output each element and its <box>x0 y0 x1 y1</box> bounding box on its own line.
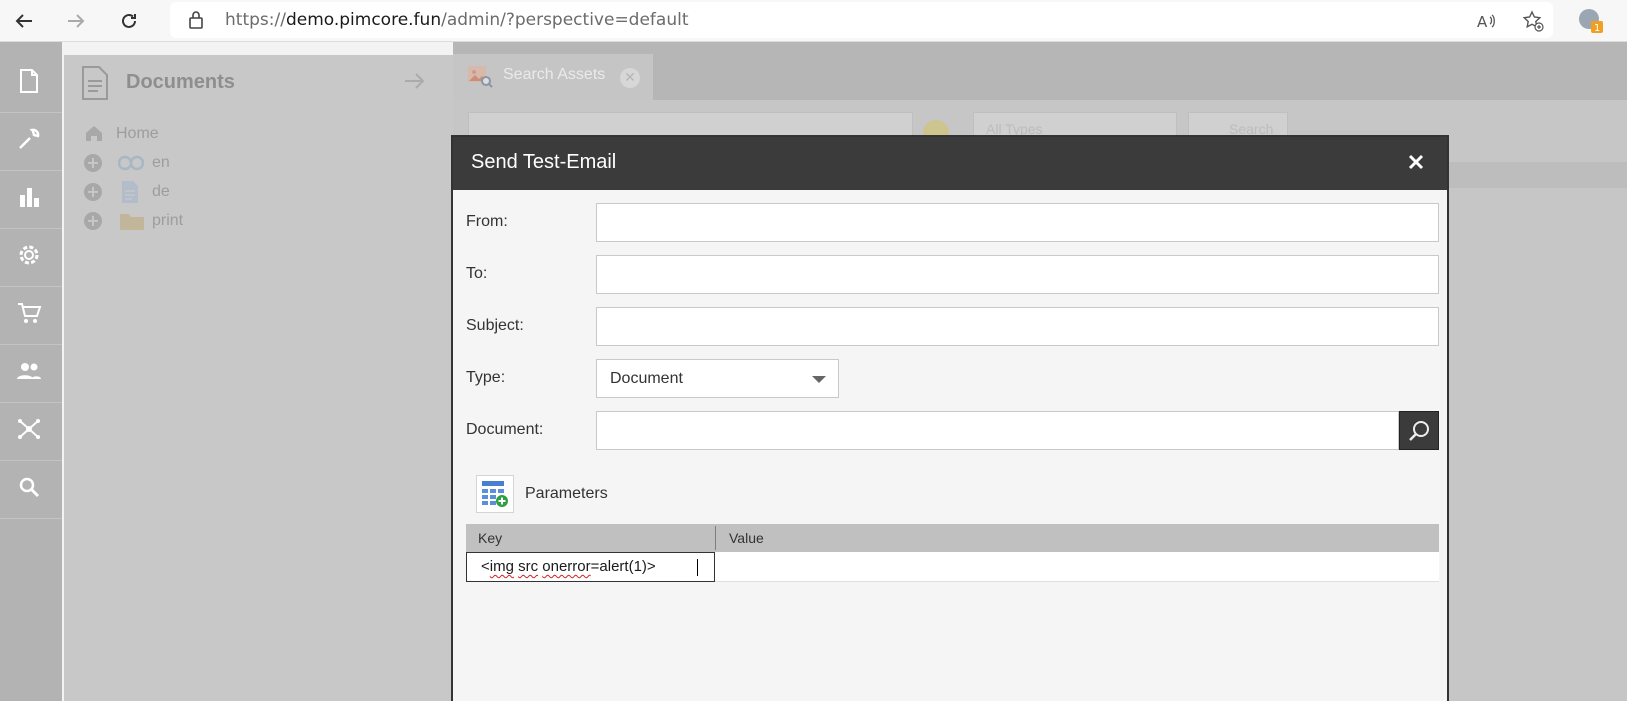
to-label: To: <box>466 265 488 282</box>
svg-text:1: 1 <box>1594 23 1600 34</box>
subject-label: Subject: <box>466 317 524 334</box>
key-cell-text: <img src onerror=alert(1)> <box>481 558 656 575</box>
tab-strip: Search Assets ✕ <box>453 42 1627 100</box>
forward-button[interactable] <box>62 7 90 35</box>
column-resizer[interactable] <box>715 526 716 550</box>
table-row[interactable]: <img src onerror=alert(1)> <box>466 552 1439 582</box>
close-icon[interactable] <box>1403 149 1429 175</box>
arrow-right-icon <box>68 14 85 28</box>
send-test-email-dialog: Send Test-Email From: To: Subject: Type:… <box>451 135 1449 701</box>
document-search-button[interactable] <box>1399 411 1439 450</box>
page-icon <box>122 181 138 203</box>
back-button[interactable] <box>10 7 38 35</box>
address-bar[interactable]: https://demo.pimcore.fun/admin/?perspect… <box>170 2 1553 38</box>
tree-item-home[interactable]: Home <box>116 125 159 143</box>
type-select-value: Document <box>610 370 683 387</box>
users-icon[interactable] <box>14 356 44 386</box>
link-icon <box>118 155 144 171</box>
arrow-right-icon[interactable] <box>404 71 426 91</box>
svg-text:A: A <box>1477 13 1488 31</box>
url-text: https://demo.pimcore.fun/admin/?perspect… <box>225 10 689 30</box>
read-aloud-icon[interactable]: A <box>1475 10 1497 32</box>
tree-item-en[interactable]: en <box>152 154 170 172</box>
tree-item-de[interactable]: de <box>152 183 170 201</box>
lock-icon <box>189 11 203 29</box>
documents-tree-panel: Documents Home + en + de + print <box>64 55 453 701</box>
browser-toolbar: https://demo.pimcore.fun/admin/?perspect… <box>0 0 1627 42</box>
network-icon[interactable] <box>14 414 44 444</box>
to-field[interactable] <box>596 255 1439 294</box>
parameters-label: Parameters <box>525 485 608 502</box>
home-icon <box>86 126 102 141</box>
table-add-icon <box>482 481 508 507</box>
file-icon[interactable] <box>14 66 44 96</box>
bar-chart-icon[interactable] <box>14 182 44 212</box>
parameters-grid-header: Key Value <box>466 524 1439 552</box>
expand-plus-icon[interactable]: + <box>84 154 102 172</box>
type-label: Type: <box>466 369 506 386</box>
text-caret <box>697 559 698 576</box>
add-parameter-button[interactable] <box>476 475 514 513</box>
expand-plus-icon[interactable]: + <box>84 212 102 230</box>
from-field[interactable] <box>596 203 1439 242</box>
tab-search-assets[interactable]: Search Assets ✕ <box>453 54 653 100</box>
tree-header: Documents <box>64 55 453 109</box>
tree-item-print[interactable]: print <box>152 212 183 230</box>
image-search-icon <box>468 66 493 88</box>
expand-plus-icon[interactable]: + <box>84 183 102 201</box>
wrench-icon[interactable] <box>14 124 44 154</box>
column-header-value[interactable]: Value <box>729 530 764 546</box>
document-label: Document: <box>466 421 544 438</box>
key-cell-editor[interactable]: <img src onerror=alert(1)> <box>466 552 715 582</box>
dialog-header: Send Test-Email <box>453 137 1447 190</box>
search-icon <box>1409 420 1429 441</box>
subject-field[interactable] <box>596 307 1439 346</box>
arrow-left-icon <box>15 14 32 28</box>
column-header-key[interactable]: Key <box>478 530 502 546</box>
search-icon[interactable] <box>14 472 44 502</box>
folder-icon <box>120 214 144 230</box>
gear-icon[interactable] <box>14 240 44 270</box>
document-icon <box>82 66 108 100</box>
tab-label: Search Assets <box>503 66 606 83</box>
type-select[interactable]: Document <box>596 359 839 398</box>
close-tab-icon[interactable]: ✕ <box>620 68 640 88</box>
chevron-down-icon <box>812 376 826 383</box>
reload-button[interactable] <box>115 7 143 35</box>
from-label: From: <box>466 213 508 230</box>
cart-icon[interactable] <box>14 298 44 328</box>
reload-icon <box>122 13 136 28</box>
document-field[interactable] <box>596 411 1399 450</box>
tree-title: Documents <box>126 71 235 93</box>
profile-avatar[interactable]: 1 <box>1578 8 1604 34</box>
app-sidebar <box>0 42 62 701</box>
dialog-title: Send Test-Email <box>471 151 617 173</box>
favorites-star-icon[interactable] <box>1522 10 1544 32</box>
